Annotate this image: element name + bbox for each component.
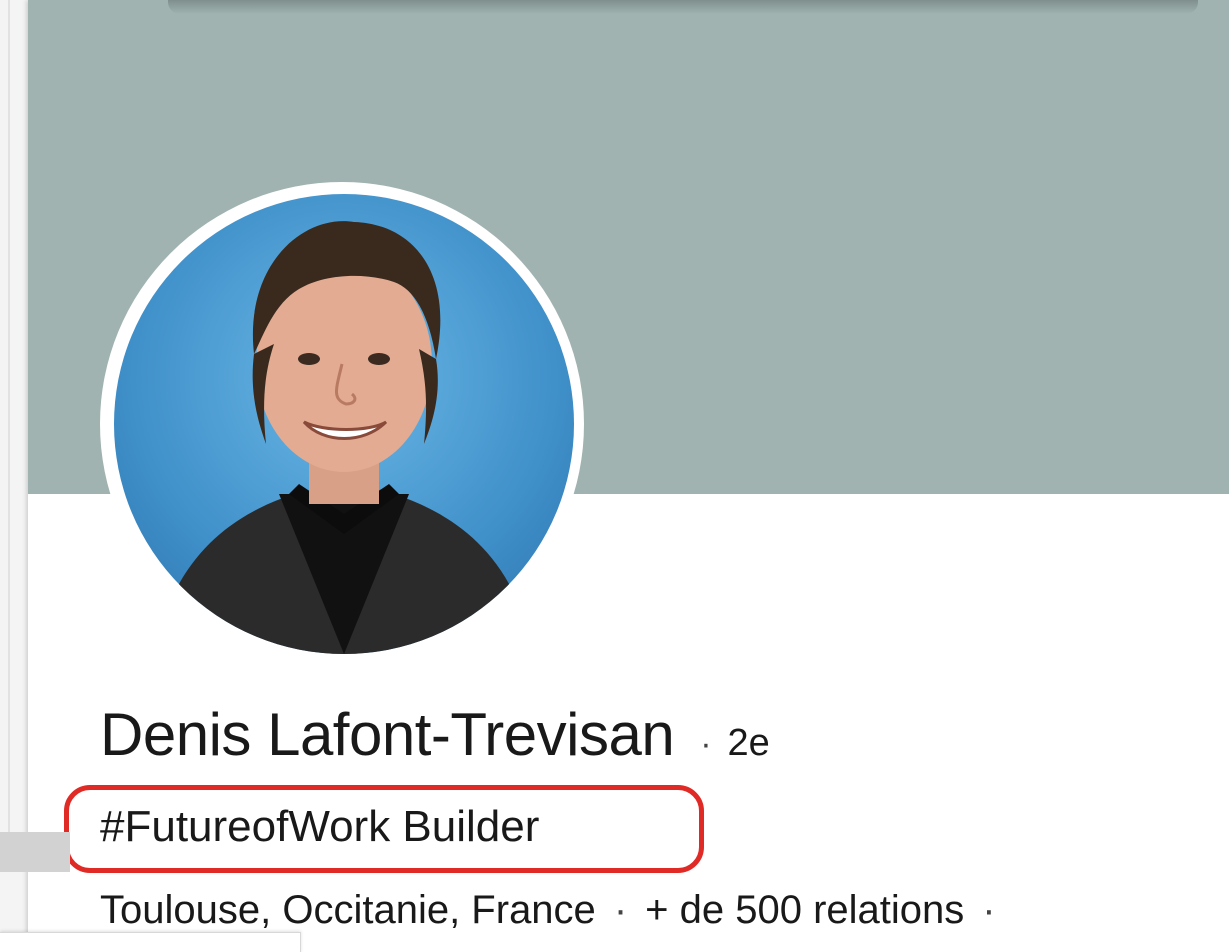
background-window-edge <box>0 832 70 872</box>
banner-shadow <box>168 0 1198 14</box>
profile-avatar[interactable] <box>114 194 574 654</box>
profile-name: Denis Lafont-Trevisan <box>100 701 675 768</box>
meta-separator: · <box>613 888 628 932</box>
trailing-separator: · <box>982 888 996 932</box>
divider <box>8 0 10 840</box>
profile-meta-row: Toulouse, Occitanie, France · + de 500 r… <box>100 888 1014 933</box>
connections-link[interactable]: + de 500 relations <box>645 888 964 933</box>
left-page-edge <box>0 0 31 952</box>
profile-location: Toulouse, Occitanie, France <box>100 888 596 932</box>
background-panel <box>0 932 301 952</box>
profile-name-row: Denis Lafont-Trevisan · 2e <box>100 700 770 769</box>
connection-degree: 2e <box>727 722 770 764</box>
page: Denis Lafont-Trevisan · 2e #FutureofWork… <box>0 0 1229 952</box>
profile-headline: #FutureofWork Builder <box>100 802 540 851</box>
profile-card: Denis Lafont-Trevisan · 2e #FutureofWork… <box>28 0 1229 952</box>
degree-separator: · <box>700 725 712 763</box>
